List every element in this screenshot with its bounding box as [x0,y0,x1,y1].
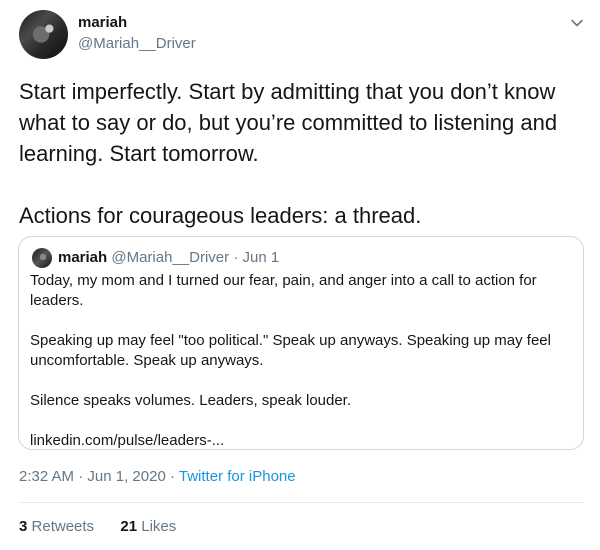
chevron-down-icon[interactable] [570,16,584,30]
quoted-text: Today, my mom and I turned our fear, pai… [30,272,551,449]
quoted-date: Jun 1 [242,249,280,266]
quoted-author-handle: @Mariah__Driver [111,249,230,266]
retweets-count: 3 [19,518,28,535]
quoted-avatar [32,248,52,268]
quoted-author-name: mariah [58,249,108,266]
likes-count: 21 [120,518,138,535]
quoted-separator: · [233,249,239,266]
tweet-timestamp: 2:32 AM · Jun 1, 2020 · Twitter for iPho… [19,468,296,485]
quoted-tweet[interactable]: mariah @Mariah__Driver · Jun 1 Today, my… [18,236,584,450]
likes-label: Likes [141,518,177,535]
tweet-time[interactable]: 2:32 AM [19,468,74,485]
tweet-text: Start imperfectly. Start by admitting th… [19,79,558,228]
avatar[interactable] [19,10,68,59]
tweet-source-link[interactable]: Twitter for iPhone [179,468,296,485]
quoted-header: mariah @Mariah__Driver · Jun 1 [58,249,279,266]
meta-separator: · [78,468,84,485]
author-name[interactable]: mariah [78,14,127,31]
divider [18,502,584,503]
retweets-label: Retweets [31,518,95,535]
engagement-stats: 3 Retweets 21 Likes [19,518,176,535]
tweet-date[interactable]: Jun 1, 2020 [87,468,165,485]
likes-stat[interactable]: 21 Likes [120,518,176,535]
author-handle[interactable]: @Mariah__Driver [78,35,196,52]
retweets-stat[interactable]: 3 Retweets [19,518,98,535]
meta-separator: · [169,468,175,485]
